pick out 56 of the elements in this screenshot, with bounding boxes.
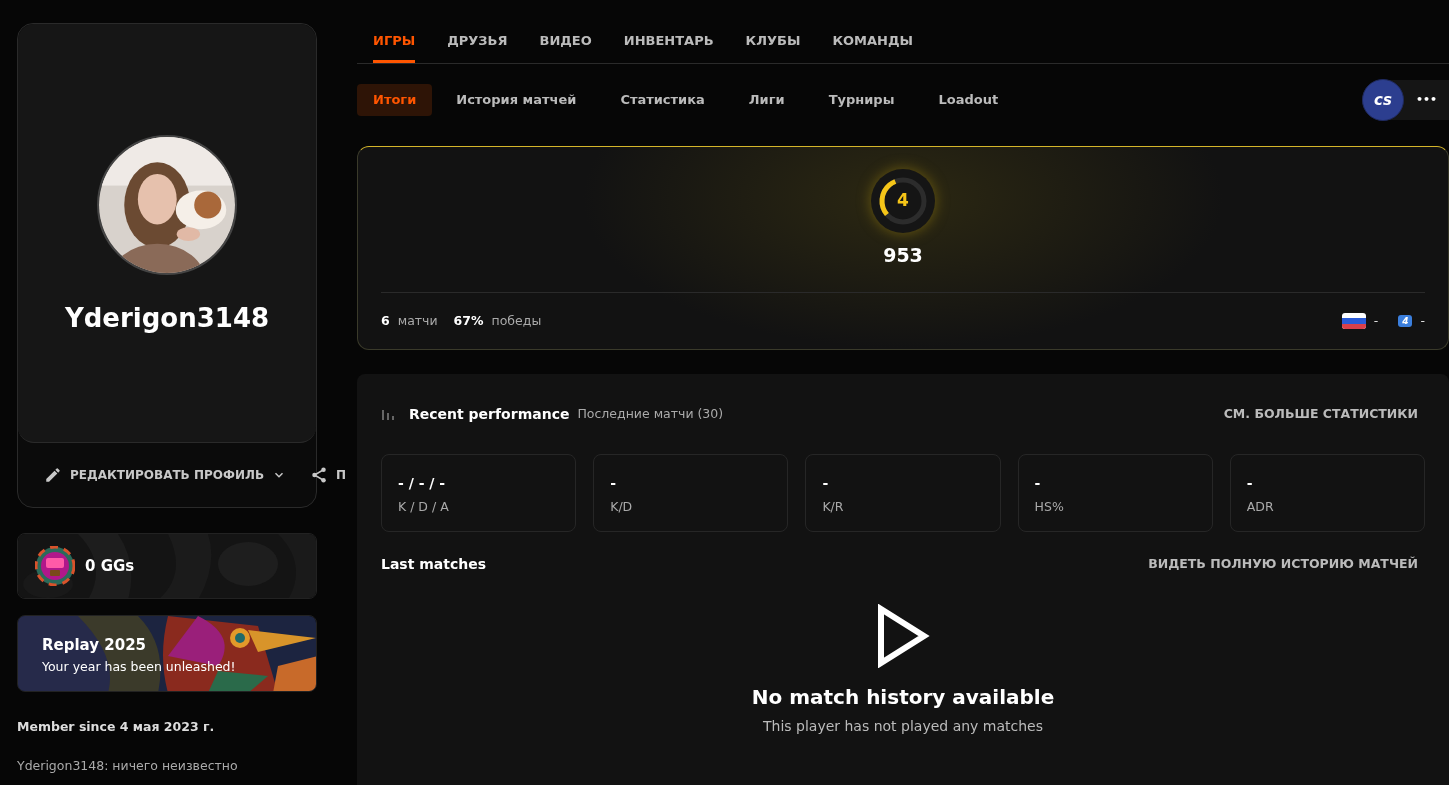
nav-tab[interactable]: ВИДЕО: [539, 30, 592, 63]
replay-title: Replay 2025: [42, 635, 147, 656]
gg-count: 0 GGs: [85, 555, 135, 577]
sub-tab[interactable]: Лиги: [728, 84, 805, 116]
play-icon: [876, 604, 930, 668]
bio-text: Yderigon3148: ничего неизвестно: [17, 756, 239, 775]
stat-label: K/D: [610, 498, 634, 516]
match-label: матчи: [397, 311, 438, 330]
stat-value: -: [1034, 474, 1042, 493]
section-title: Recent performance: [409, 404, 570, 424]
empty-state-title: No match history available: [751, 684, 1055, 711]
region-rank: -: [1420, 311, 1425, 330]
stat-value: -: [1246, 474, 1254, 493]
gg-badge-icon: [35, 546, 75, 586]
section-title: Last matches: [381, 554, 487, 574]
stat-value: -: [822, 474, 830, 493]
more-stats-link[interactable]: СМ. БОЛЬШЕ СТАТИСТИКИ: [1223, 404, 1418, 424]
region-badge: 4: [1398, 315, 1413, 328]
nav-tab[interactable]: ИГРЫ: [373, 30, 416, 63]
gg-card[interactable]: 0 GGs: [17, 533, 317, 599]
replay-subtitle: Your year has been unleashed!: [42, 657, 237, 676]
pencil-icon: [44, 466, 62, 484]
nav-tab[interactable]: КЛУБЫ: [745, 30, 801, 63]
win-rate: 67%: [453, 311, 484, 330]
replay-card[interactable]: Replay 2025 Your year has been unleashed!: [17, 615, 317, 692]
sub-tab[interactable]: Итоги: [357, 84, 433, 116]
nav-tab[interactable]: ИНВЕНТАРЬ: [623, 30, 714, 63]
elo-value: 953: [883, 243, 923, 268]
match-history-link[interactable]: ВИДЕТЬ ПОЛНУЮ ИСТОРИЮ МАТЧЕЙ: [1148, 554, 1418, 574]
share-icon: [310, 466, 329, 484]
section-subtitle: Последние матчи (30): [577, 404, 724, 423]
nav-tab[interactable]: КОМАНДЫ: [832, 30, 913, 63]
edit-profile-button[interactable]: РЕДАКТИРОВАТЬ ПРОФИЛЬ: [44, 466, 287, 484]
flag-icon: [1341, 313, 1366, 330]
sub-tab[interactable]: Статистика: [600, 84, 725, 116]
stat-label: ADR: [1246, 498, 1275, 516]
nav-tab[interactable]: ДРУЗЬЯ: [447, 30, 508, 63]
stat-label: HS%: [1034, 498, 1065, 516]
sub-tab[interactable]: История матчей: [436, 84, 597, 116]
more-button[interactable]: •••: [1403, 91, 1449, 109]
game-badge[interactable]: cs: [1361, 79, 1404, 121]
bar-chart-icon: [381, 407, 395, 421]
stat-label: K / D / A: [398, 498, 450, 516]
sub-tab[interactable]: Loadout: [918, 84, 1019, 116]
skill-level-gauge: 4: [871, 169, 935, 233]
stat-value: -: [610, 474, 617, 493]
member-since-text: Member since 4 мая 2023 г.: [17, 718, 216, 736]
empty-state-text: This player has not played any matches: [762, 717, 1044, 736]
country-rank: -: [1373, 311, 1379, 330]
stat-label: K/R: [822, 498, 845, 516]
match-count: 6: [381, 311, 390, 330]
username: Yderigon3148: [64, 302, 270, 335]
share-button[interactable]: П: [310, 466, 347, 484]
stat-value: - / - / -: [398, 474, 447, 493]
win-label: победы: [491, 311, 542, 330]
sub-tab[interactable]: Турниры: [808, 84, 915, 116]
